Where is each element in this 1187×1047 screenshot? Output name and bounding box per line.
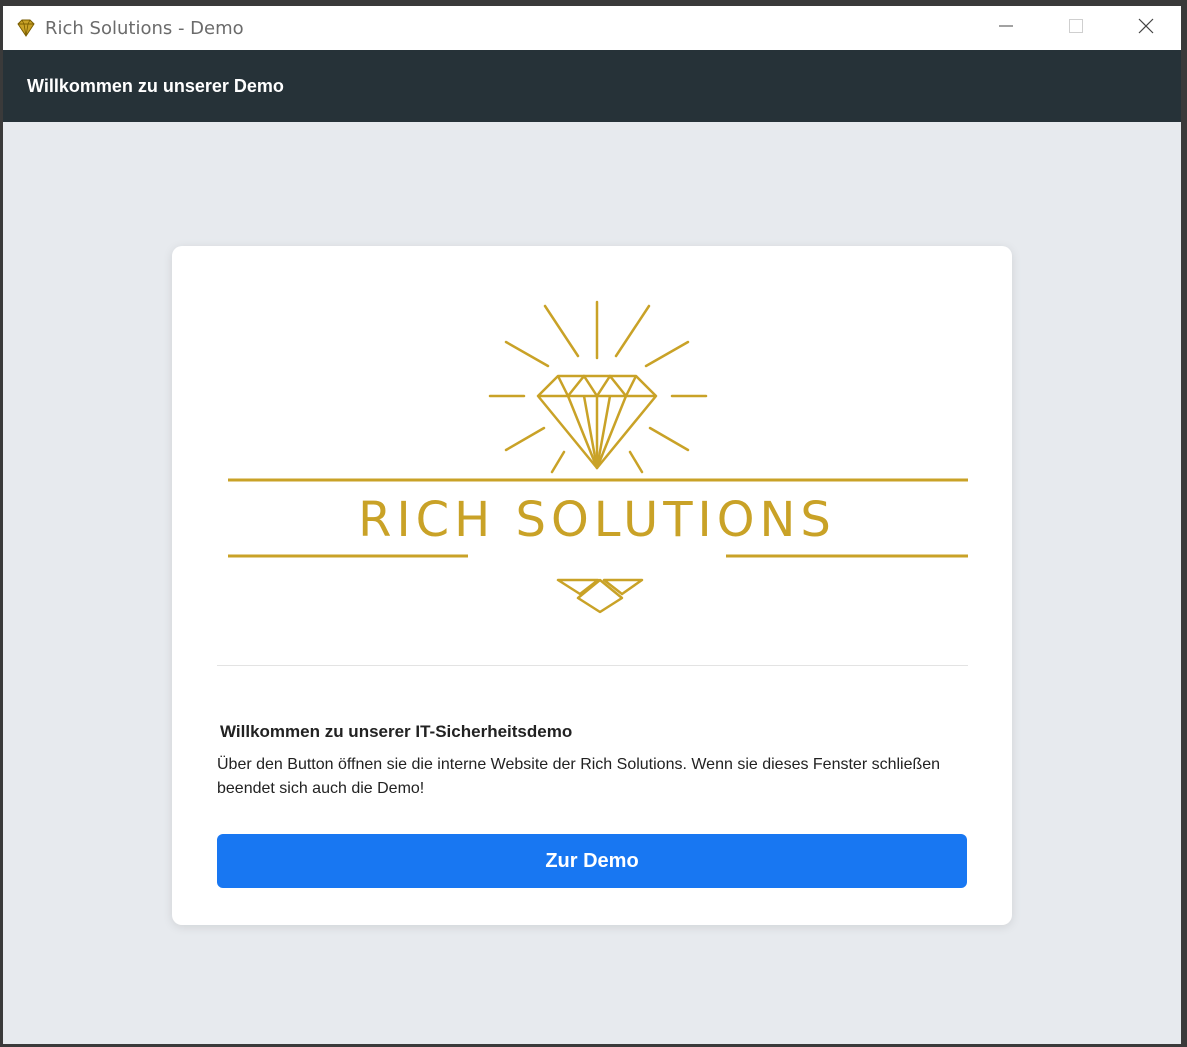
card-divider [217, 665, 968, 666]
rich-solutions-logo: RICH SOLUTIONS [228, 292, 968, 622]
window-controls [971, 6, 1181, 50]
close-icon [1138, 18, 1154, 39]
zur-demo-button[interactable]: Zur Demo [217, 834, 967, 888]
minimize-button[interactable] [971, 6, 1041, 50]
welcome-card: RICH SOLUTIONS Willkommen zu unserer IT-… [172, 246, 1012, 925]
maximize-button[interactable] [1041, 6, 1111, 50]
close-button[interactable] [1111, 6, 1181, 50]
window-titlebar[interactable]: Rich Solutions - Demo [3, 6, 1181, 50]
app-window: Rich Solutions - Demo Willkommen zu unse… [3, 6, 1181, 1044]
card-description: Über den Button öffnen sie die interne W… [217, 756, 941, 797]
window-title: Rich Solutions - Demo [45, 17, 244, 39]
logo-wordmark: RICH SOLUTIONS [358, 492, 836, 548]
diamond-icon [15, 17, 37, 39]
maximize-icon [1068, 18, 1084, 39]
header-title: Willkommen zu unserer Demo [27, 75, 284, 96]
card-heading: Willkommen zu unserer IT-Sicherheitsdemo [220, 722, 573, 741]
minimize-icon [998, 18, 1014, 39]
app-header: Willkommen zu unserer Demo [3, 50, 1181, 122]
